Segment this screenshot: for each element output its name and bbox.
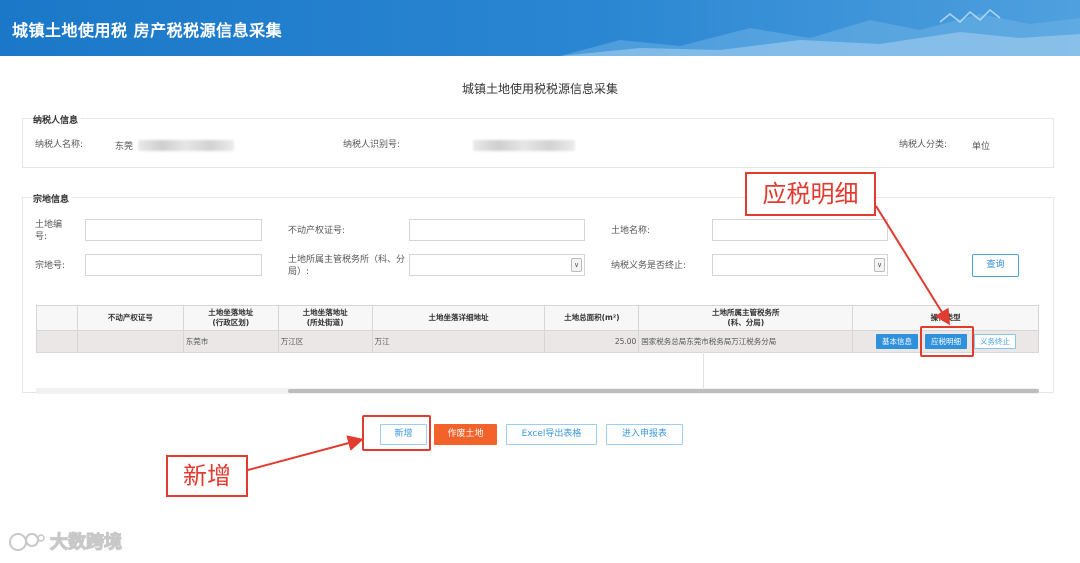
chevron-down-icon[interactable]: ∨ (874, 258, 885, 272)
land-no-input[interactable] (85, 219, 262, 241)
query-button[interactable]: 查询 (972, 254, 1019, 277)
taxpayer-category-label: 纳税人分类: (899, 140, 948, 150)
tax-office-label: 土地所属主管税务所（科、分局）: (288, 255, 406, 277)
table-header-cert: 不动产权证号 (76, 305, 184, 331)
obligation-end-label: 纳税义务是否终止: (611, 261, 687, 271)
highlight-tax-detail (920, 326, 974, 357)
land-table: 不动产权证号 土地坐落地址 (行政区划) 土地坐落地址 (所处街道) 土地坐落详… (36, 305, 1039, 393)
chevron-down-icon[interactable]: ∨ (571, 258, 582, 272)
void-land-button[interactable]: 作废土地 (434, 424, 497, 445)
land-name-input[interactable] (712, 219, 888, 241)
scrollbar-thumb[interactable] (288, 389, 1039, 393)
enter-declaration-button[interactable]: 进入申报表 (606, 424, 683, 445)
watermark-logo-icon (8, 529, 46, 553)
column-divider (703, 352, 704, 388)
tax-office-select[interactable]: ∨ (409, 254, 585, 276)
table-header-row: 不动产权证号 土地坐落地址 (行政区划) 土地坐落地址 (所处街道) 土地坐落详… (36, 305, 1039, 331)
taxpayer-category-value: 单位 (972, 142, 991, 152)
arrow-to-add (247, 435, 364, 471)
property-cert-input[interactable] (409, 219, 585, 241)
table-header-office: 土地所属主管税务所 (科、分局) (638, 305, 854, 331)
taxpayer-name-value: 东莞 (115, 142, 134, 152)
obligation-end-button[interactable]: 义务终止 (974, 334, 1016, 349)
table-header-detail: 土地坐落详细地址 (371, 305, 546, 331)
table-cell-cert (76, 330, 184, 353)
parcel-section-title: 宗地信息 (33, 192, 73, 205)
page-title: 城镇土地使用税税源信息采集 (461, 82, 618, 96)
taxpayer-name-label: 纳税人名称: (35, 140, 84, 150)
table-cell-blank (36, 330, 78, 353)
table-cell-office: 国家税务总局东莞市税务局万江税务分局 (638, 330, 854, 353)
taxpayer-id-label: 纳税人识别号: (343, 140, 401, 150)
property-cert-label: 不动产权证号: (288, 226, 346, 236)
table-cell-area: 25.00 (544, 330, 640, 353)
basic-info-button[interactable]: 基本信息 (876, 334, 918, 349)
callout-add: 新增 (166, 455, 248, 497)
table-header-blank (36, 305, 78, 331)
table-cell-detail: 万江 (371, 330, 546, 353)
taxpayer-id-redacted (473, 140, 575, 151)
parcel-no-label: 宗地号: (35, 261, 66, 271)
callout-tax-detail: 应税明细 (745, 172, 876, 216)
parcel-no-input[interactable] (85, 254, 262, 276)
excel-export-button[interactable]: Excel导出表格 (506, 424, 597, 445)
highlight-add (362, 415, 431, 451)
table-header-area: 土地总面积(m²) (544, 305, 640, 331)
taxpayer-section-title: 纳税人信息 (33, 113, 82, 126)
table-cell-street: 万江区 (277, 330, 373, 353)
app-header: 城镇土地使用税 房产税税源信息采集 (0, 0, 1080, 56)
obligation-end-select[interactable]: ∨ (712, 254, 888, 276)
app-title: 城镇土地使用税 房产税税源信息采集 (12, 21, 283, 40)
table-cell-district: 东莞市 (182, 330, 279, 353)
mountain-decoration (560, 8, 1080, 56)
table-header-district: 土地坐落地址 (行政区划) (182, 305, 279, 331)
taxpayer-name-redacted (138, 140, 234, 151)
land-name-label: 土地名称: (611, 226, 651, 236)
watermark-text: 大数跨境 (50, 532, 123, 554)
land-no-label: 土地编号: (35, 220, 63, 242)
table-header-street: 土地坐落地址 (所处街道) (277, 305, 373, 331)
